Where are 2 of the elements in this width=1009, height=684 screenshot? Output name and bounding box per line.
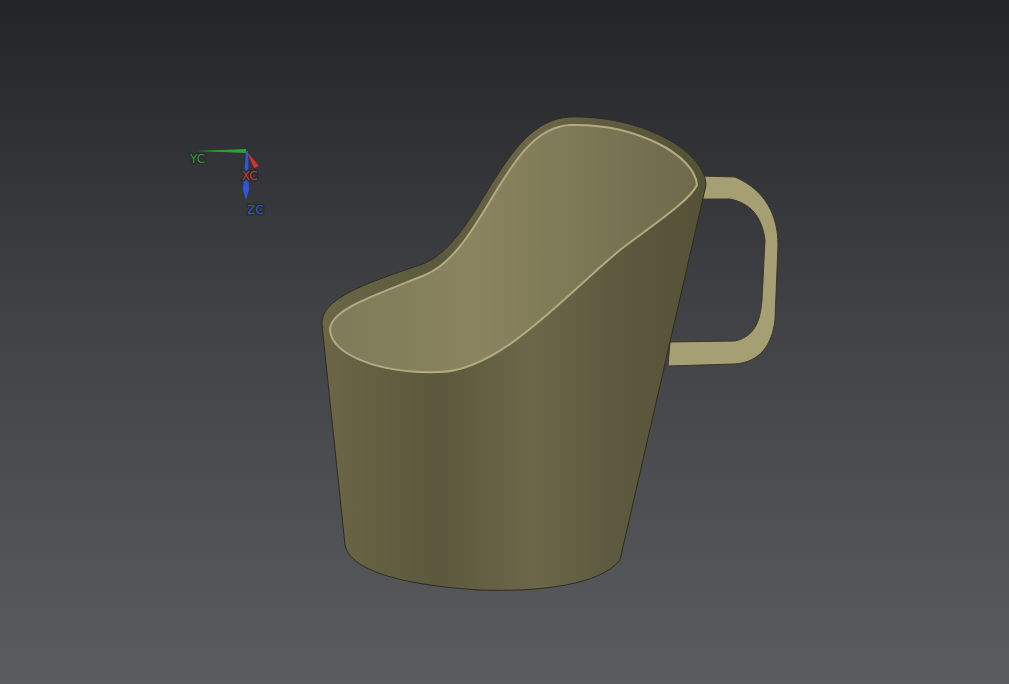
- axis-label: YC: [190, 152, 206, 166]
- axis-label: ZC: [247, 203, 264, 217]
